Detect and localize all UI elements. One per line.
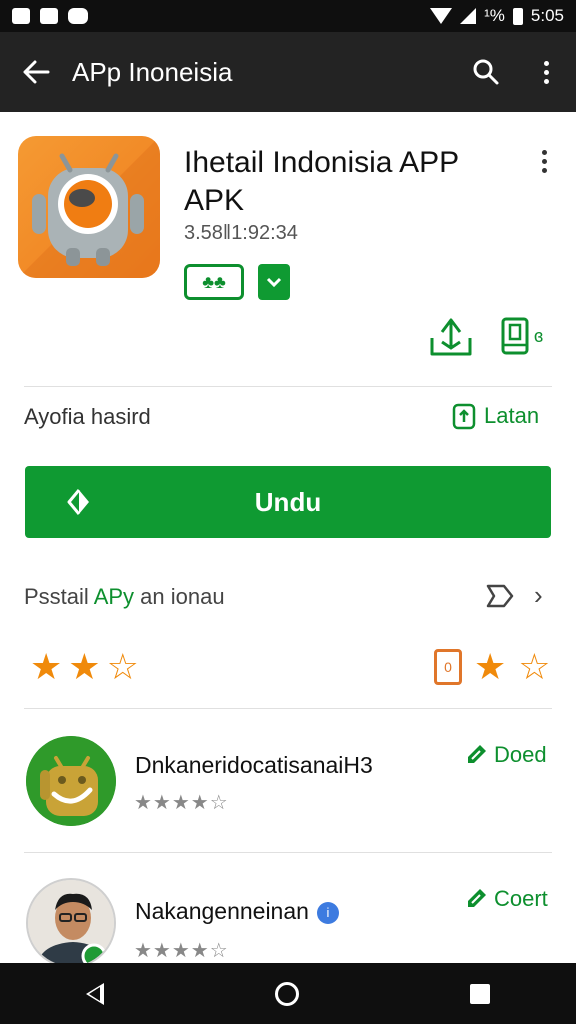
search-button[interactable] xyxy=(456,32,516,112)
latest-label: Latan xyxy=(484,403,540,428)
person-avatar-icon xyxy=(26,878,116,968)
status-time: 5:05 xyxy=(530,6,564,25)
more-vertical-icon xyxy=(543,60,549,84)
back-button[interactable] xyxy=(0,32,72,112)
arrow-left-icon xyxy=(23,60,50,84)
download-label: Undu xyxy=(254,486,322,517)
edit-icon xyxy=(468,889,486,907)
notification-icon xyxy=(40,8,58,24)
battery-icon xyxy=(512,7,523,25)
header-more-button[interactable] xyxy=(532,150,556,180)
more-options-button[interactable] xyxy=(516,32,576,112)
expand-badge[interactable] xyxy=(258,264,290,300)
phone-label: ɞ xyxy=(534,325,544,346)
share-icon xyxy=(486,584,514,608)
description-suffix: an ionau xyxy=(134,584,225,609)
nav-recents-icon[interactable] xyxy=(470,983,491,1004)
rating-tools: 0 ★ ☆ xyxy=(434,646,551,688)
notification-icons xyxy=(12,8,88,24)
app-name-text: Nakangenneinan xyxy=(135,898,309,924)
app-name: Nakangenneinan i xyxy=(135,898,339,925)
app-bar-title: APp Inoneisia xyxy=(72,56,233,87)
nav-home-icon[interactable] xyxy=(274,981,299,1006)
star-filled-icon[interactable]: ★ xyxy=(474,646,506,688)
signal-icon xyxy=(460,8,477,24)
divider xyxy=(24,708,552,709)
phone-icon xyxy=(501,317,529,355)
app-title: Ihetail Indonisia APP APK xyxy=(184,146,459,217)
rating-badge: ♣♣ xyxy=(184,264,244,300)
app-rating: ★★★★☆ xyxy=(134,940,229,962)
info-row: Ayofia hasird Latan xyxy=(0,388,576,448)
divider xyxy=(24,852,552,853)
nav-back-icon[interactable] xyxy=(85,982,104,1005)
install-button[interactable] xyxy=(428,314,474,360)
info-label: Ayofia hasird xyxy=(24,404,151,429)
list-item[interactable]: DnkaneridocatisanaiH3 ★★★★☆ Doed xyxy=(0,712,576,852)
description-text: Psstail APy an ionau xyxy=(24,584,225,610)
divider xyxy=(24,386,552,387)
app-name: DnkaneridocatisanaiH3 xyxy=(135,752,373,778)
action-link[interactable]: Doed xyxy=(464,742,547,768)
app-bar: APp Inoneisia xyxy=(0,32,576,112)
download-button[interactable]: Undu xyxy=(25,466,551,538)
search-icon xyxy=(473,59,499,85)
android-robot-icon xyxy=(18,136,160,278)
edit-icon xyxy=(468,745,486,763)
star-filled-icon[interactable]: ★ xyxy=(68,646,100,688)
status-bar: ¹% 5:05 xyxy=(0,0,576,32)
chevron-down-icon xyxy=(266,277,282,287)
latest-link[interactable]: Latan xyxy=(452,402,539,430)
phone-button[interactable]: ɞ xyxy=(500,316,556,356)
rating-stars[interactable]: ★ ★ ☆ xyxy=(30,646,139,688)
share-button[interactable] xyxy=(484,582,516,610)
description-accent: APy xyxy=(93,584,135,609)
android-avatar-icon xyxy=(26,736,116,826)
action-label: Doed xyxy=(494,742,547,767)
notification-icon xyxy=(68,8,88,24)
app-rating: ★★★★☆ xyxy=(134,792,229,814)
star-outline-icon[interactable]: ☆ xyxy=(107,646,139,688)
more-vertical-icon xyxy=(541,150,547,180)
navigation-bar xyxy=(0,963,576,1024)
star-filled-icon[interactable]: ★ xyxy=(30,646,62,688)
install-icon xyxy=(430,318,472,356)
verified-icon: i xyxy=(316,901,339,924)
star-outline-icon[interactable]: ☆ xyxy=(518,646,550,688)
description-row[interactable]: Psstail APy an ionau › xyxy=(0,566,576,626)
tag-icon[interactable]: 0 xyxy=(434,649,462,685)
action-label: Coert xyxy=(494,886,548,911)
status-indicator: ¹% xyxy=(484,6,505,25)
description-prefix: Psstail xyxy=(24,584,94,609)
action-link[interactable]: Coert xyxy=(464,886,548,912)
rating-row: ★ ★ ☆ 0 ★ ☆ xyxy=(0,640,576,696)
wifi-icon xyxy=(430,8,453,24)
system-icons: ¹% 5:05 xyxy=(430,6,564,26)
notification-icon xyxy=(12,8,30,24)
app-header: Ihetail Indonisia APP APK 3.58‖1:92:34 ♣… xyxy=(0,112,576,387)
file-icon xyxy=(452,403,476,430)
chevron-right-icon[interactable]: › xyxy=(534,580,543,611)
download-arrow-icon xyxy=(65,486,97,518)
app-meta: 3.58‖1:92:34 xyxy=(184,222,298,244)
